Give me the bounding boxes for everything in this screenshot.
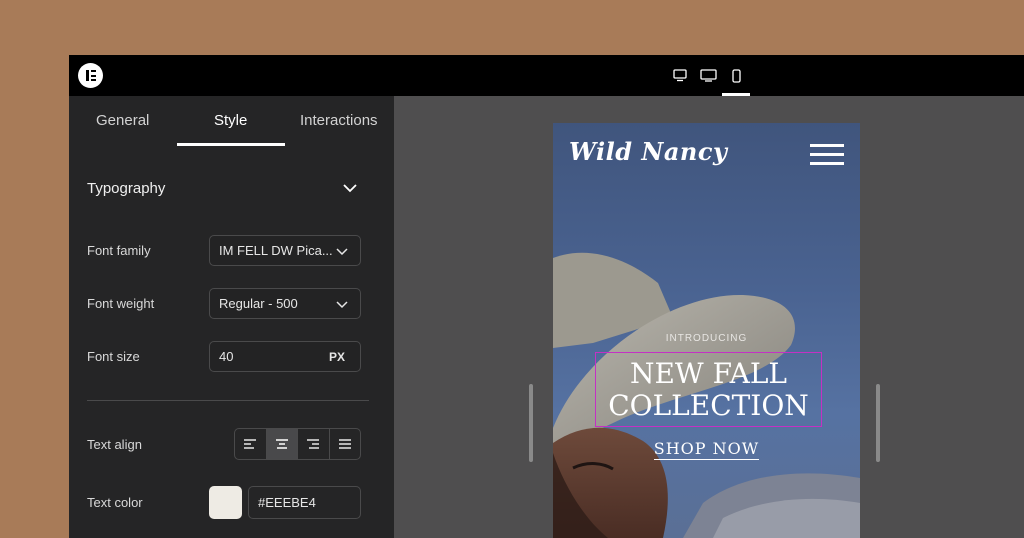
selected-headline[interactable]: NEW FALL COLLECTION — [595, 352, 822, 427]
headline-line-1: NEW FALL — [629, 357, 788, 390]
panel-tabs: General Style Interactions — [69, 96, 394, 146]
desktop-small-icon[interactable] — [669, 55, 691, 96]
font-size-value: 40 — [219, 349, 234, 364]
font-size-input[interactable]: 40 PX — [209, 341, 361, 372]
text-color-swatch[interactable] — [209, 486, 242, 519]
font-weight-value: Regular - 500 — [219, 296, 298, 311]
font-family-label: Font family — [87, 243, 151, 258]
top-bar — [69, 55, 1024, 96]
intro-text: INTRODUCING — [665, 333, 748, 344]
section-divider — [87, 400, 369, 401]
headline-line-2: COLLECTION — [608, 389, 809, 422]
font-size-unit[interactable]: PX — [329, 350, 345, 364]
text-color-label: Text color — [87, 495, 143, 510]
brand-logo[interactable]: Wild Nancy — [569, 137, 727, 166]
shop-now-link-wrapper: SHOP NOW — [553, 439, 860, 460]
hero-image — [553, 252, 860, 538]
align-justify-icon[interactable] — [330, 429, 361, 459]
active-tab-indicator — [177, 143, 285, 146]
device-switcher — [669, 55, 750, 96]
text-color-hex-input[interactable]: #EEEBE4 — [248, 486, 361, 519]
chevron-down-icon — [336, 245, 348, 260]
editor-app: General Style Interactions Typography Fo… — [69, 55, 1024, 538]
shop-now-link[interactable]: SHOP NOW — [653, 439, 760, 460]
tab-style[interactable]: Style — [214, 112, 247, 129]
align-left-icon[interactable] — [235, 429, 267, 459]
text-align-group — [234, 428, 361, 460]
elementor-logo-icon[interactable] — [78, 63, 103, 88]
chevron-down-icon — [336, 298, 348, 313]
canvas-resize-handle-left[interactable] — [529, 384, 533, 462]
font-weight-select[interactable]: Regular - 500 — [209, 288, 361, 319]
text-align-label: Text align — [87, 437, 142, 452]
mobile-icon[interactable] — [722, 55, 750, 96]
mobile-preview-canvas: Wild Nancy INTRODUCING NEW FALL COLLECTI… — [553, 123, 860, 538]
chevron-down-icon[interactable] — [342, 180, 358, 201]
tab-interactions[interactable]: Interactions — [300, 112, 378, 129]
align-center-icon[interactable] — [266, 429, 298, 459]
typography-section-title[interactable]: Typography — [87, 180, 165, 197]
font-family-select[interactable]: IM FELL DW Pica... — [209, 235, 361, 266]
desktop-icon[interactable] — [697, 55, 719, 96]
text-color-hex-value: #EEEBE4 — [258, 495, 316, 510]
font-weight-label: Font weight — [87, 296, 155, 311]
font-size-label: Font size — [87, 349, 140, 364]
align-right-icon[interactable] — [298, 429, 330, 459]
style-panel: General Style Interactions Typography Fo… — [69, 96, 394, 538]
tab-general[interactable]: General — [96, 112, 149, 129]
font-family-value: IM FELL DW Pica... — [219, 243, 333, 258]
menu-icon[interactable] — [810, 144, 844, 166]
canvas-resize-handle-right[interactable] — [876, 384, 880, 462]
